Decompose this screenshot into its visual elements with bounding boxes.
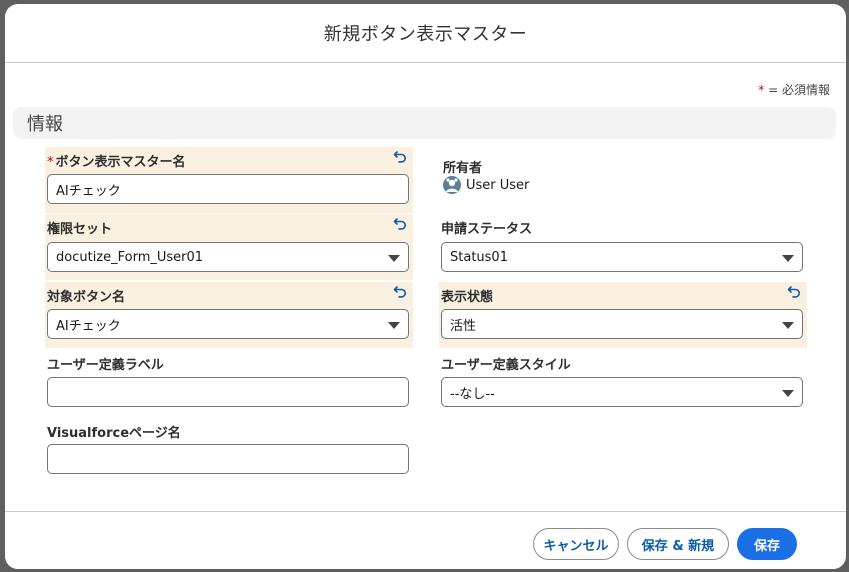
permission-set-select[interactable]: docutize_Form_User01 [47, 242, 409, 272]
owner-label: 所有者 [443, 161, 483, 176]
chevron-down-icon [388, 322, 400, 329]
modal-title: 新規ボタン表示マスター [323, 24, 528, 45]
owner-name: User User [466, 177, 530, 193]
user-avatar-icon [443, 176, 461, 194]
chevron-down-icon [782, 322, 794, 329]
target-button-name-label: 対象ボタン名 [47, 290, 126, 305]
user-style-value: --なし-- [450, 386, 495, 402]
field-visualforce-page: Visualforceページ名 [45, 418, 413, 484]
modal-dialog: 新規ボタン表示マスター * = 必須情報 情報 * ボタン表示マスター名 AIチェ… [5, 4, 846, 569]
field-user-label: ユーザー定義ラベル [45, 350, 413, 416]
user-style-select[interactable]: --なし-- [441, 377, 803, 407]
permission-set-value: docutize_Form_User01 [56, 249, 204, 265]
chevron-down-icon [388, 255, 400, 262]
undo-icon[interactable] [393, 284, 407, 298]
undo-icon[interactable] [787, 284, 801, 298]
section-header[interactable]: 情報 [13, 107, 836, 139]
modal-footer: キャンセル 保存 & 新規 保存 [5, 511, 846, 569]
save-button[interactable]: 保存 [737, 528, 797, 560]
display-state-select[interactable]: 活性 [441, 309, 803, 339]
section-title: 情報 [27, 114, 63, 135]
chevron-down-icon [782, 255, 794, 262]
button-master-name-input[interactable]: AIチェック [47, 174, 409, 204]
target-button-name-select[interactable]: AIチェック [47, 309, 409, 339]
user-label-input[interactable] [47, 377, 409, 407]
user-label-label: ユーザー定義ラベル [47, 358, 164, 373]
visualforce-page-label: Visualforceページ名 [47, 426, 181, 441]
field-target-button-name: 対象ボタン名 AIチェック [45, 282, 413, 348]
save-and-new-button[interactable]: 保存 & 新規 [627, 528, 729, 560]
required-legend: * = 必須情報 [758, 81, 830, 98]
field-permission-set: 権限セット docutize_Form_User01 [45, 214, 413, 280]
button-master-name-label: * ボタン表示マスター名 [47, 155, 186, 170]
cancel-button[interactable]: キャンセル [533, 528, 619, 560]
application-status-select[interactable]: Status01 [441, 242, 803, 272]
field-display-state: 表示状態 活性 [439, 282, 807, 348]
owner-value[interactable]: User User [443, 176, 529, 194]
modal-header: 新規ボタン表示マスター [5, 4, 846, 63]
visualforce-page-input[interactable] [47, 444, 409, 474]
display-state-value: 活性 [450, 318, 477, 334]
undo-icon[interactable] [393, 216, 407, 230]
permission-set-label: 権限セット [47, 222, 113, 237]
target-button-name-value: AIチェック [56, 318, 121, 334]
user-style-label: ユーザー定義スタイル [441, 358, 571, 373]
required-legend-text: = 必須情報 [768, 83, 830, 97]
display-state-label: 表示状態 [441, 290, 494, 305]
field-application-status: 申請ステータス Status01 [439, 214, 807, 280]
undo-icon[interactable] [393, 149, 407, 163]
application-status-value: Status01 [450, 249, 508, 265]
required-star: * [47, 155, 54, 170]
field-user-style: ユーザー定義スタイル --なし-- [439, 350, 807, 416]
application-status-label: 申請ステータス [441, 222, 533, 237]
required-star: * [758, 83, 765, 97]
field-button-master-name: * ボタン表示マスター名 AIチェック [45, 147, 413, 213]
chevron-down-icon [782, 390, 794, 397]
